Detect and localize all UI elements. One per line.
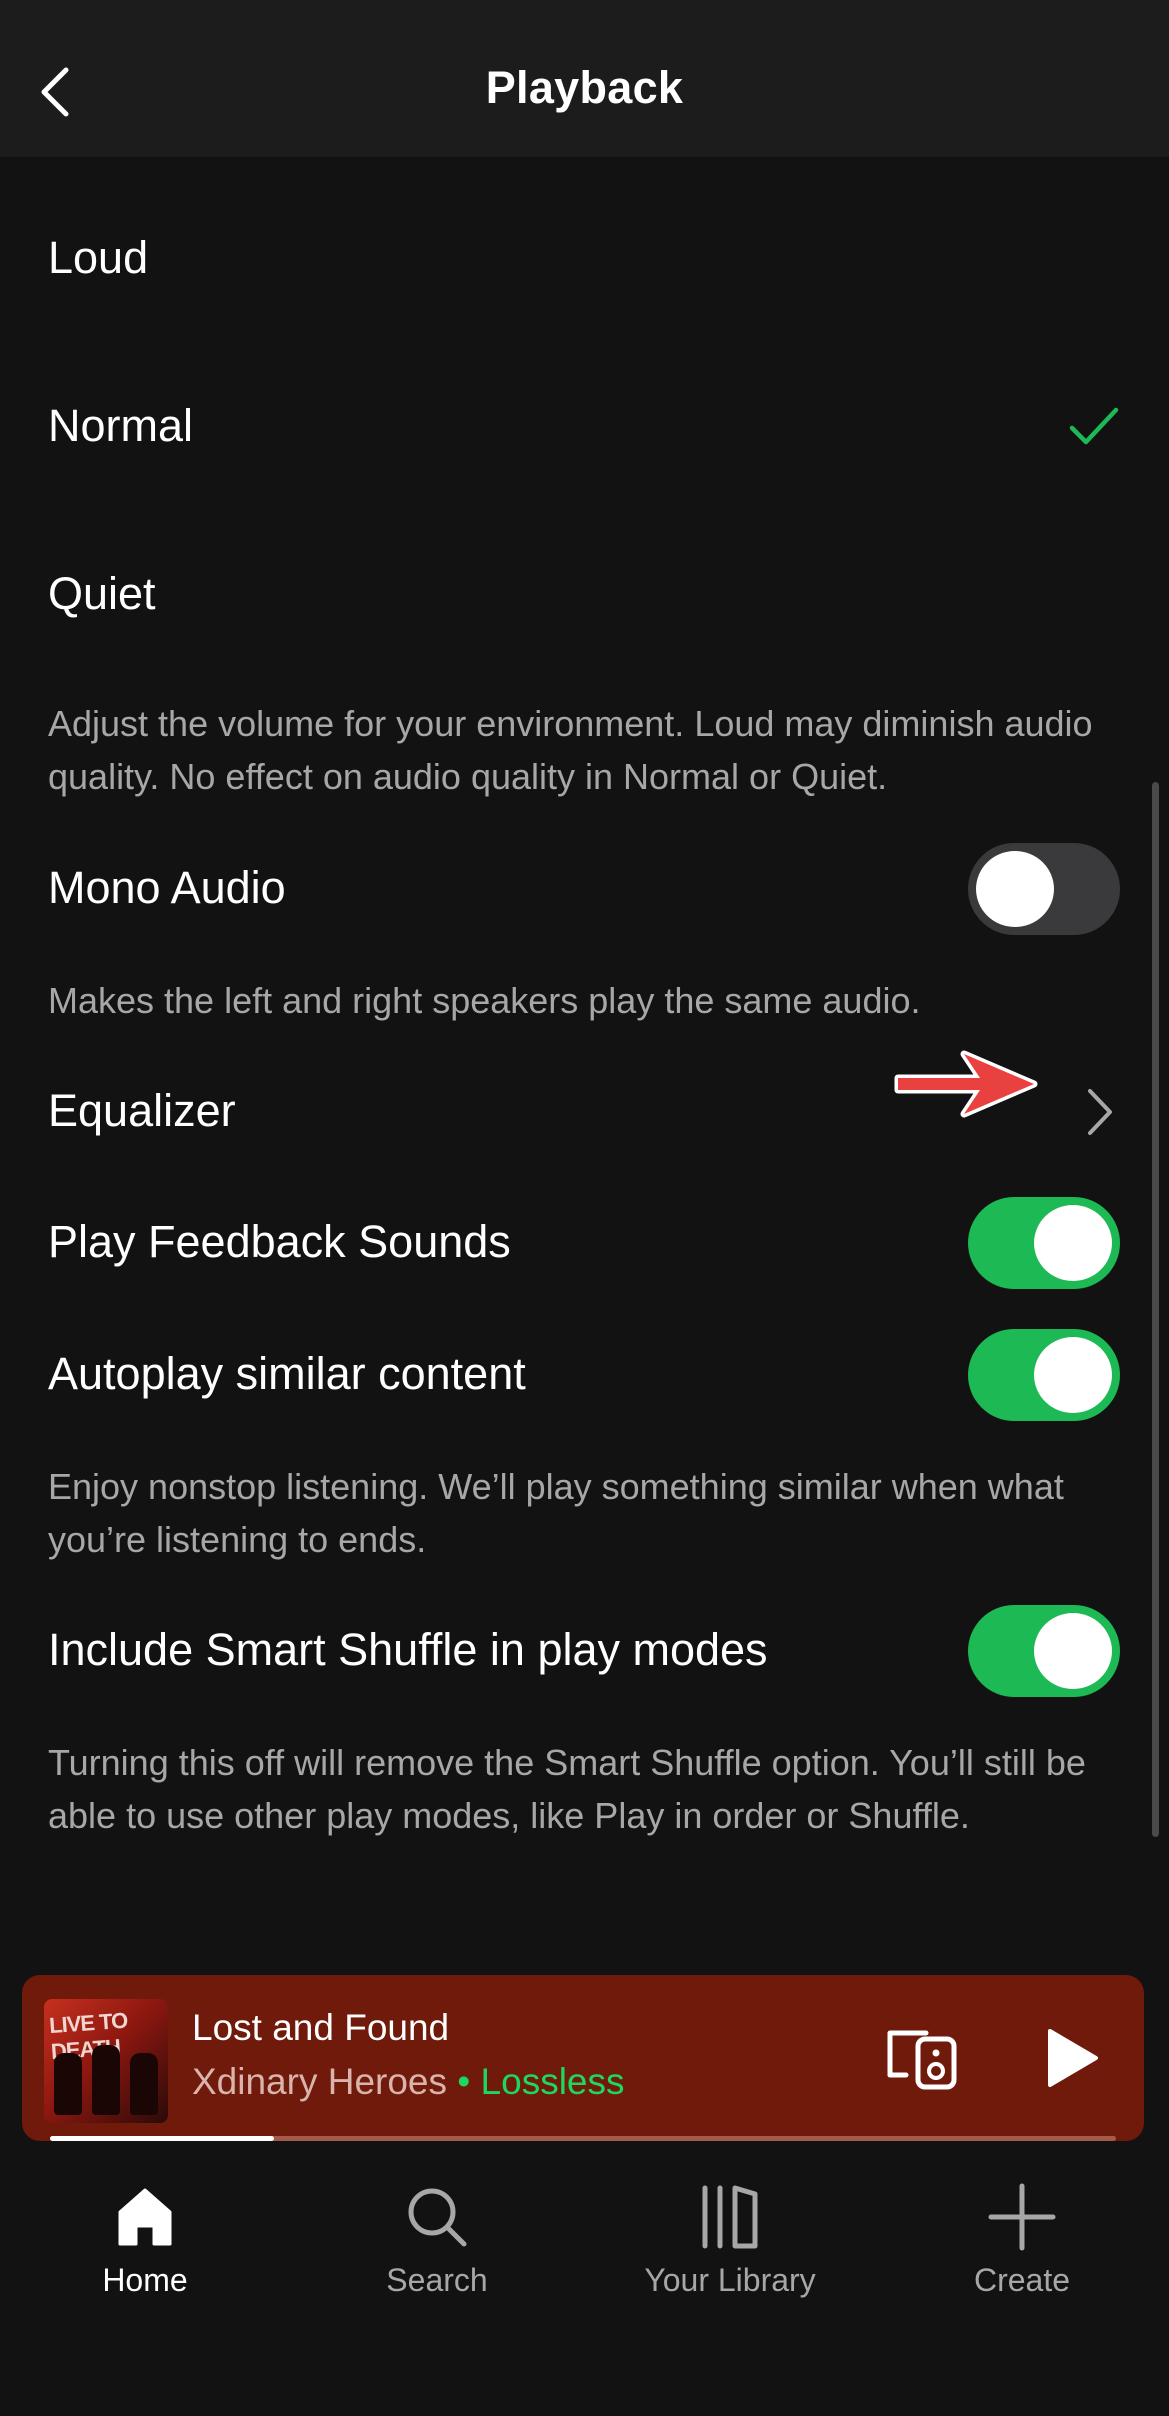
volume-option-quiet[interactable]: Quiet [48,568,156,620]
autoplay-description: Enjoy nonstop listening. We’ll play some… [48,1466,1064,1560]
mono-audio-description: Makes the left and right speakers play t… [48,980,921,1021]
volume-description: Adjust the volume for your environment. … [48,703,1093,797]
nav-search[interactable]: Search [307,2182,567,2322]
autoplay-toggle[interactable] [968,1329,1120,1421]
nav-home[interactable]: Home [15,2182,275,2322]
page-title: Playback [485,62,684,113]
track-title: Lost and Found [192,2007,450,2048]
search-icon [408,2188,467,2247]
nav-label-search: Search [386,2262,488,2298]
smart-shuffle-description: Turning this off will remove the Smart S… [48,1742,1086,1836]
quality-badge: Lossless [480,2061,625,2102]
header-bar: Playback [0,0,1169,157]
progress-fill [50,2136,274,2141]
annotation-arrow-icon [894,1050,1038,1118]
connect-device-icon[interactable] [884,2025,960,2091]
play-feedback-toggle[interactable] [968,1197,1120,1289]
toggle-knob [1034,1337,1112,1413]
mono-audio-toggle[interactable] [968,843,1120,935]
bottom-nav: Home Search Your Library Create [0,2152,1169,2416]
home-icon [118,2188,172,2246]
autoplay-label: Autoplay similar content [48,1348,526,1399]
library-icon [702,2185,758,2249]
nav-create[interactable]: Create [892,2182,1152,2322]
checkmark-icon [1069,407,1119,445]
smart-shuffle-toggle[interactable] [968,1605,1120,1697]
play-feedback-label: Play Feedback Sounds [48,1216,511,1267]
nav-label-create: Create [973,2262,1071,2298]
toggle-knob [1034,1613,1112,1689]
plus-icon [988,2183,1056,2251]
toggle-knob [1034,1205,1112,1281]
toggle-knob [976,851,1054,927]
nav-label-home: Home [102,2262,188,2298]
separator-dot: • [457,2061,471,2102]
track-subtitle: Xdinary Heroes • Lossless [192,2061,625,2103]
volume-option-normal[interactable]: Normal [48,400,193,452]
equalizer-item[interactable]: Equalizer [48,1085,236,1137]
mini-player[interactable]: LIVE TO DEATH Lost and Found Xdinary Her… [22,1975,1144,2141]
volume-option-loud[interactable]: Loud [48,232,148,284]
nav-label-library: Your Library [644,2262,816,2298]
smart-shuffle-label: Include Smart Shuffle in play modes [48,1624,768,1675]
scrollbar[interactable] [1152,782,1159,1837]
track-artist: Xdinary Heroes [192,2061,448,2102]
playback-progress-bar[interactable] [50,2136,1116,2141]
chevron-right-icon[interactable] [1082,1085,1118,1139]
album-art: LIVE TO DEATH [44,1999,168,2123]
nav-library[interactable]: Your Library [600,2182,860,2322]
play-icon[interactable] [1044,2027,1100,2089]
mono-audio-label: Mono Audio [48,862,286,913]
